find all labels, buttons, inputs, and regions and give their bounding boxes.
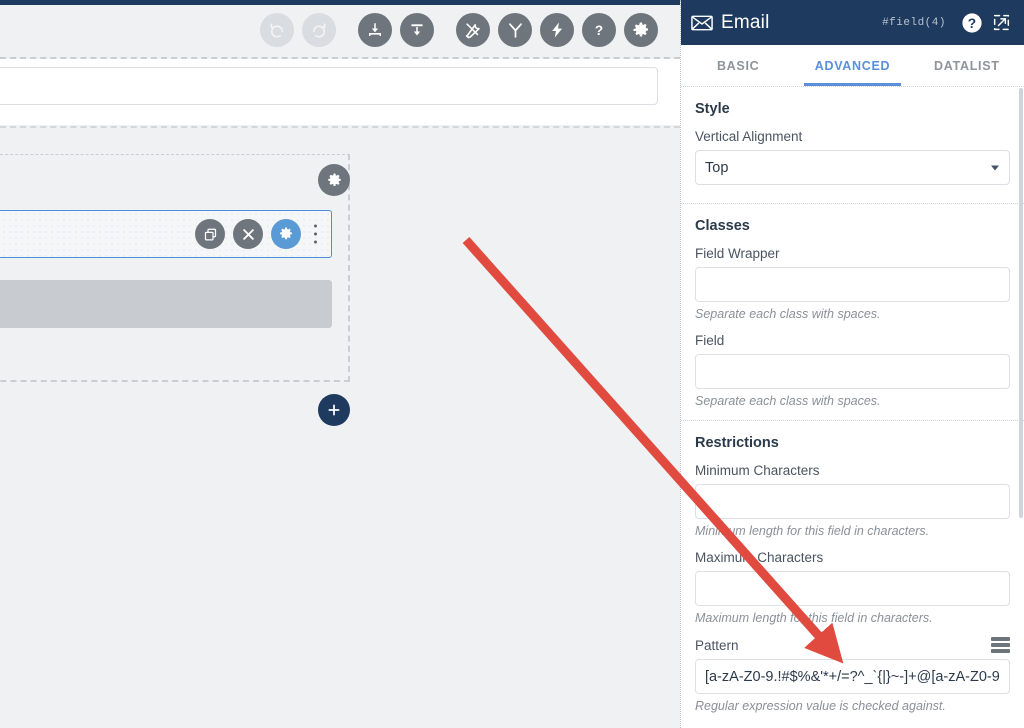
- section-classes: Classes Field Wrapper Separate each clas…: [681, 204, 1024, 421]
- form-body: [0, 128, 350, 440]
- label-field-classes: Field: [695, 333, 725, 348]
- settings-gear-icon[interactable]: [624, 13, 658, 47]
- panel-title: Email: [721, 11, 770, 33]
- tab-datalist[interactable]: DATALIST: [910, 45, 1024, 86]
- section-title-classes: Classes: [695, 218, 750, 234]
- svg-text:?: ?: [595, 23, 603, 38]
- section-restrictions: Restrictions Minimum Characters Minimum …: [681, 421, 1024, 725]
- field-settings-panel: Email #field(4) ? BASIC ADVANCED DATALIS: [680, 0, 1024, 728]
- svg-text:?: ?: [968, 16, 976, 31]
- hint-minimum-characters: Minimum length for this field in charact…: [695, 524, 930, 538]
- duplicate-field-icon[interactable]: [195, 219, 225, 249]
- form-title-input[interactable]: [0, 67, 658, 105]
- label-field-wrapper: Field Wrapper: [695, 246, 780, 261]
- email-icon: [691, 15, 713, 31]
- field-drag-handle[interactable]: [314, 224, 317, 244]
- maximum-characters-input[interactable]: [695, 571, 1010, 606]
- minimum-characters-input[interactable]: [695, 484, 1010, 519]
- hamburger-icon[interactable]: [991, 637, 1010, 653]
- vertical-alignment-select-wrap: Top: [695, 150, 1010, 185]
- add-field-button[interactable]: [318, 394, 350, 426]
- field-classes-input[interactable]: [695, 354, 1010, 389]
- delete-field-icon[interactable]: [233, 219, 263, 249]
- hint-field-classes: Separate each class with spaces.: [695, 394, 881, 408]
- label-maximum-characters: Maximum Characters: [695, 550, 824, 565]
- label-minimum-characters: Minimum Characters: [695, 463, 820, 478]
- panel-header: Email #field(4) ?: [681, 0, 1024, 45]
- page-settings-gear-icon[interactable]: [318, 164, 350, 196]
- form-title-row: [0, 59, 680, 125]
- field-settings-gear-icon[interactable]: [271, 219, 301, 249]
- branch-logic-icon[interactable]: [498, 13, 532, 47]
- undo-icon[interactable]: [260, 13, 294, 47]
- canvas-toolbar: ?: [0, 5, 680, 57]
- question-help-icon[interactable]: ?: [582, 13, 616, 47]
- panel-body: Style Vertical Alignment Top Classes Fie…: [681, 87, 1024, 728]
- import-icon[interactable]: [358, 13, 392, 47]
- section-title-restrictions: Restrictions: [695, 435, 779, 451]
- pattern-input[interactable]: [695, 659, 1010, 694]
- vertical-alignment-value: Top: [705, 159, 729, 176]
- redo-icon[interactable]: [302, 13, 336, 47]
- form-page-container: [0, 154, 350, 382]
- tab-advanced[interactable]: ADVANCED: [795, 45, 909, 86]
- section-title-style: Style: [695, 101, 730, 117]
- section-style: Style Vertical Alignment Top: [681, 87, 1024, 204]
- form-builder-app: ? Email #field(4) ? BASIC ADVANCED DATAL…: [0, 0, 1024, 728]
- hint-maximum-characters: Maximum length for this field in charact…: [695, 611, 933, 625]
- panel-help-icon[interactable]: ?: [961, 12, 983, 34]
- hint-pattern: Regular expression value is checked agai…: [695, 699, 946, 713]
- export-icon[interactable]: [400, 13, 434, 47]
- field-row-tools: [195, 219, 301, 249]
- tools-icon[interactable]: [456, 13, 490, 47]
- label-vertical-alignment: Vertical Alignment: [695, 129, 803, 144]
- field-placeholder-row[interactable]: [0, 280, 332, 328]
- label-pattern: Pattern: [695, 637, 739, 653]
- vertical-alignment-select[interactable]: Top: [695, 150, 1010, 185]
- panel-tabs: BASIC ADVANCED DATALIST: [681, 45, 1024, 87]
- label-pattern-row: Pattern: [695, 637, 1010, 653]
- lightning-icon[interactable]: [540, 13, 574, 47]
- panel-scrollbar[interactable]: [1019, 88, 1023, 518]
- field-wrapper-input[interactable]: [695, 267, 1010, 302]
- panel-expand-icon[interactable]: [991, 12, 1012, 33]
- hint-field-wrapper: Separate each class with spaces.: [695, 307, 881, 321]
- selected-field-row[interactable]: [0, 210, 332, 258]
- form-canvas: ?: [0, 0, 680, 728]
- tab-basic[interactable]: BASIC: [681, 45, 795, 86]
- toolbar-icon-group: ?: [260, 13, 658, 47]
- field-reference-code: #field(4): [882, 16, 946, 29]
- field-vertical-alignment: Vertical Alignment Top: [695, 129, 1010, 185]
